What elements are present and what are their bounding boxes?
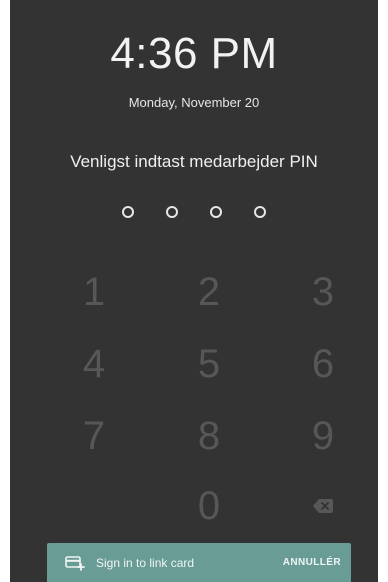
- lock-screen: 4:36 PM Monday, November 20 Venligst ind…: [10, 0, 378, 582]
- key-3[interactable]: 3: [283, 262, 363, 322]
- key-9[interactable]: 9: [283, 406, 363, 466]
- key-5[interactable]: 5: [169, 334, 249, 394]
- key-0[interactable]: 0: [169, 476, 249, 536]
- backspace-icon: [313, 499, 333, 513]
- clock-time: 4:36 PM: [110, 29, 278, 78]
- key-8[interactable]: 8: [169, 406, 249, 466]
- backspace-button[interactable]: [283, 476, 363, 536]
- key-2[interactable]: 2: [169, 262, 249, 322]
- card-plus-icon: [65, 555, 85, 571]
- clock-date: Monday, November 20: [128, 95, 260, 110]
- pin-dot: [122, 206, 134, 218]
- pin-indicator: [10, 206, 378, 218]
- key-1[interactable]: 1: [54, 262, 134, 322]
- snackbar-message[interactable]: Sign in to link card: [96, 555, 283, 571]
- pin-dot: [254, 206, 266, 218]
- key-7[interactable]: 7: [54, 406, 134, 466]
- link-card-snackbar: Sign in to link card ANNULLÉR: [47, 543, 351, 582]
- key-4[interactable]: 4: [54, 334, 134, 394]
- pin-dot: [210, 206, 222, 218]
- pin-prompt: Venligst indtast medarbejder PIN: [70, 152, 318, 171]
- key-6[interactable]: 6: [283, 334, 363, 394]
- cancel-button[interactable]: ANNULLÉR: [283, 555, 341, 571]
- pin-dot: [166, 206, 178, 218]
